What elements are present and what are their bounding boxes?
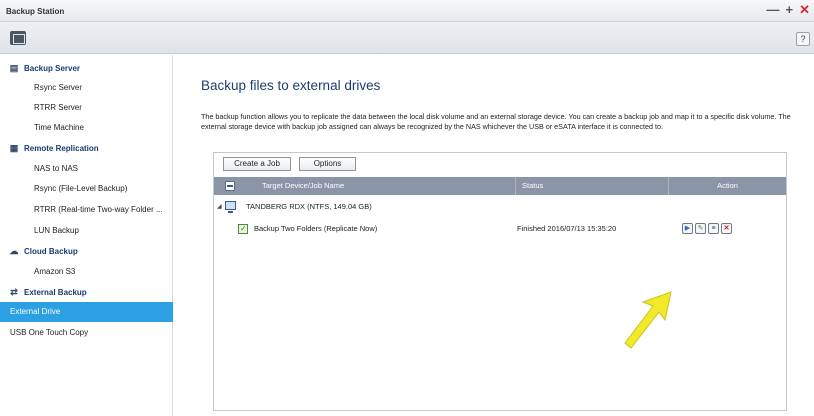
sidebar-item-rsync-server[interactable]: Rsync Server xyxy=(0,78,173,98)
sidebar-item-label: Cloud Backup xyxy=(24,247,78,256)
main-content: Backup files to external drives The back… xyxy=(174,55,814,416)
sidebar-item-amazon-s3[interactable]: Amazon S3 xyxy=(0,262,173,282)
column-header-action[interactable]: Action xyxy=(668,177,786,195)
collapse-all-checkbox[interactable] xyxy=(225,181,235,191)
storage-device-icon xyxy=(225,201,236,213)
job-status-icon xyxy=(238,218,248,240)
sidebar-item-rsync-file-level[interactable]: Rsync (File-Level Backup) xyxy=(0,179,173,199)
sidebar-cat-backup-server[interactable]: ▤ Backup Server xyxy=(0,58,173,78)
sidebar-item-label: Backup Server xyxy=(24,64,81,73)
options-button[interactable]: Options xyxy=(299,157,356,171)
sync-arrows-icon: ⇄ xyxy=(10,287,18,297)
job-status: Finished 2016/07/13 15:35:20 xyxy=(517,224,617,233)
page-title: Backup files to external drives xyxy=(201,78,381,93)
sidebar-cat-remote-replication[interactable]: ▦ Remote Replication xyxy=(0,138,173,158)
device-name: TANDBERG RDX (NTFS, 149.04 GB) xyxy=(246,202,372,211)
sidebar-item-time-machine[interactable]: Time Machine xyxy=(0,118,173,138)
replication-icon: ▦ xyxy=(9,143,19,153)
sidebar-item-usb-one-touch-copy[interactable]: USB One Touch Copy xyxy=(0,323,173,343)
toolbar: ? xyxy=(0,22,814,54)
jobs-panel: Create a Job Options Target Device/Job N… xyxy=(213,152,787,411)
window-controls: — + ✕ xyxy=(767,3,811,17)
sidebar-item-rtrr-server[interactable]: RTRR Server xyxy=(0,98,173,118)
sidebar-item-label: External Backup xyxy=(24,288,87,297)
maximize-button[interactable]: + xyxy=(786,3,794,17)
sidebar: ▤ Backup Server Rsync Server RTRR Server … xyxy=(0,55,173,416)
edit-icon[interactable]: ✎ xyxy=(695,223,706,234)
delete-icon[interactable]: ✕ xyxy=(721,223,732,234)
cloud-icon: ☁ xyxy=(9,246,19,256)
sidebar-item-lun-backup[interactable]: LUN Backup xyxy=(0,221,173,241)
window-title: Backup Station xyxy=(6,7,65,16)
play-icon[interactable]: ▶ xyxy=(682,223,693,234)
sidebar-item-label: Remote Replication xyxy=(24,144,99,153)
sidebar-cat-external-backup[interactable]: ⇄ External Backup xyxy=(0,282,173,302)
page-description: The backup function allows you to replic… xyxy=(201,112,791,131)
panel-toggle-icon[interactable] xyxy=(10,31,26,45)
sidebar-item-nas-to-nas[interactable]: NAS to NAS xyxy=(0,159,173,179)
create-job-button[interactable]: Create a Job xyxy=(223,157,291,171)
job-row[interactable]: Backup Two Folders (Replicate Now) Finis… xyxy=(214,218,786,240)
table-header: Target Device/Job Name Status Action xyxy=(214,177,786,195)
job-name: Backup Two Folders (Replicate Now) xyxy=(254,224,378,233)
sidebar-item-rtrr[interactable]: RTRR (Real-time Two-way Folder ... xyxy=(0,200,173,220)
collapse-triangle-icon[interactable]: ◢ xyxy=(217,196,222,218)
log-icon[interactable]: ≡ xyxy=(708,223,719,234)
column-header-status[interactable]: Status xyxy=(515,177,666,195)
close-button[interactable]: ✕ xyxy=(799,3,810,17)
highlight-arrow-icon xyxy=(624,291,672,349)
sidebar-cat-cloud-backup[interactable]: ☁ Cloud Backup xyxy=(0,241,173,261)
minimize-button[interactable]: — xyxy=(767,3,780,17)
sidebar-item-external-drive[interactable]: External Drive xyxy=(0,302,173,322)
column-header-device[interactable]: Target Device/Job Name xyxy=(262,177,344,195)
panel-toolbar: Create a Job Options xyxy=(214,153,786,175)
title-bar: Backup Station — + ✕ xyxy=(0,0,814,22)
server-icon: ▤ xyxy=(9,63,19,73)
help-button[interactable]: ? xyxy=(796,32,810,46)
device-row[interactable]: ◢ TANDBERG RDX (NTFS, 149.04 GB) xyxy=(214,196,786,218)
